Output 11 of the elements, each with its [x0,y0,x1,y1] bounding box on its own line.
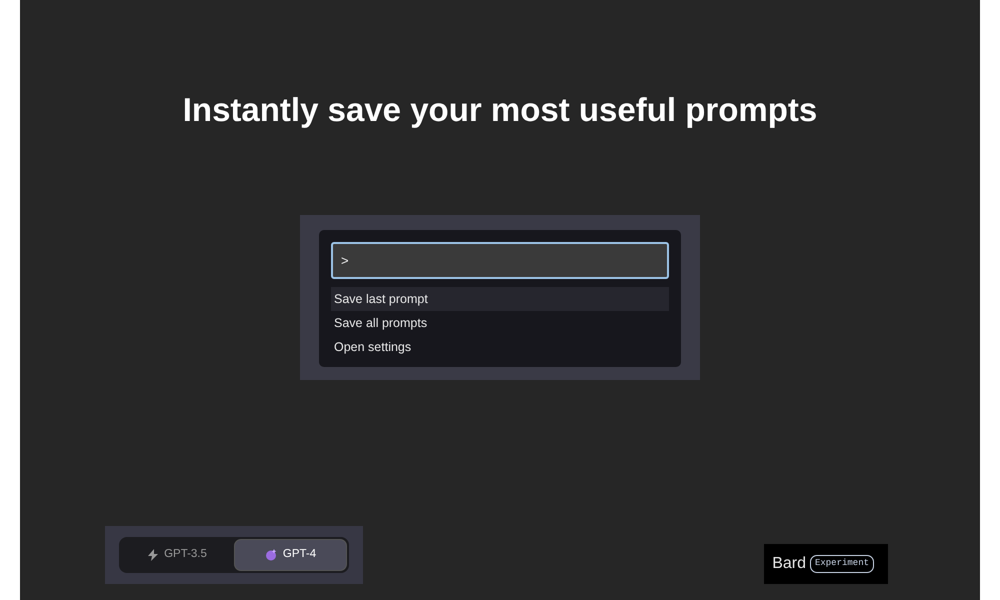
bard-name: Bard [772,554,806,574]
bolt-icon [148,549,158,561]
command-item[interactable]: Save last prompt [331,287,669,311]
headline: Instantly save your most useful prompts [182,90,818,130]
model-tab[interactable]: GPT-3.5 [121,539,234,571]
experiment-tag: Experiment [810,555,874,573]
model-tab[interactable]: GPT-4 [234,539,347,571]
command-item[interactable]: Open settings [331,335,669,359]
sparkle-icon [264,549,277,561]
command-field[interactable]: > [331,242,669,279]
command-item[interactable]: Save all prompts [331,311,669,335]
